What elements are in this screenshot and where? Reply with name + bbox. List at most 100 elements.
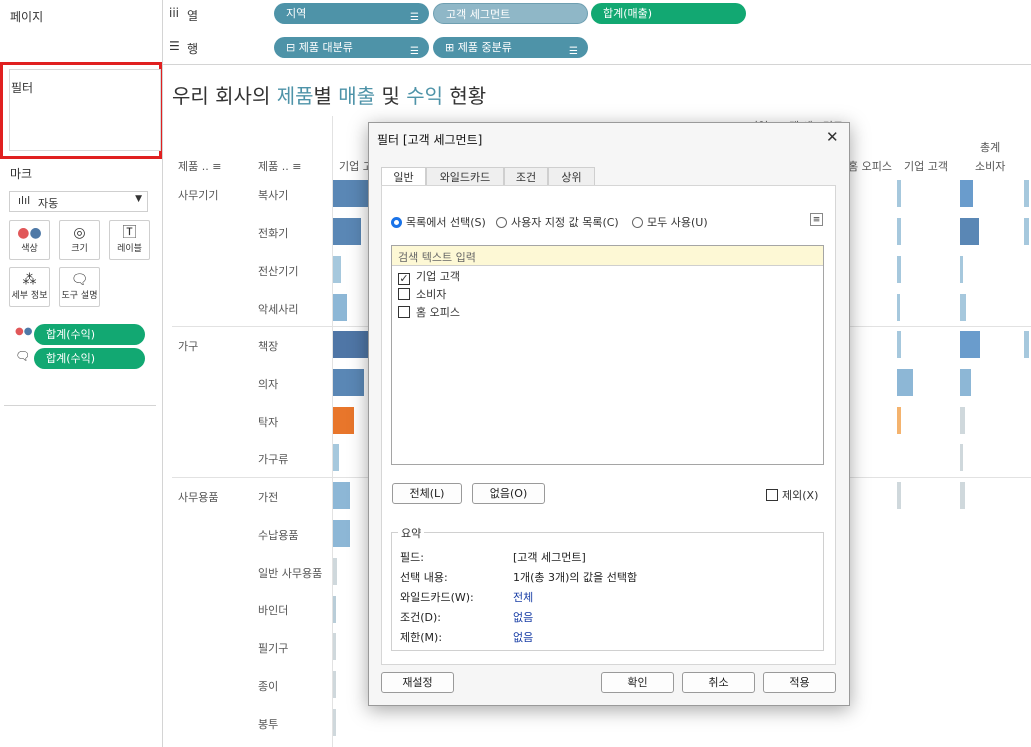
bar[interactable] bbox=[333, 369, 364, 396]
color-dots-icon: ●● bbox=[15, 326, 33, 337]
label-button[interactable]: 🅃 레이블 bbox=[109, 220, 150, 260]
row-pill-category[interactable]: ⊟ 제품 대분류 ☰ bbox=[274, 37, 429, 58]
bar[interactable] bbox=[333, 596, 336, 623]
label-button-label: 레이블 bbox=[117, 244, 142, 254]
bar[interactable] bbox=[897, 256, 901, 283]
row-pill-subcategory[interactable]: ⊞ 제품 중분류 ☰ bbox=[433, 37, 588, 58]
filters-card[interactable]: 필터 bbox=[0, 62, 162, 159]
bar[interactable] bbox=[897, 218, 901, 245]
bar[interactable] bbox=[897, 294, 900, 321]
list-item[interactable]: 소비자 bbox=[398, 286, 446, 302]
column-header-subcategory[interactable]: 제품 .. ≡ bbox=[258, 158, 301, 174]
column-header-category[interactable]: 제품 .. ≡ bbox=[178, 158, 221, 174]
header-total: 총계 bbox=[980, 141, 1001, 154]
bar[interactable] bbox=[960, 294, 966, 321]
tab-top[interactable]: 상위 bbox=[548, 167, 595, 186]
title-highlight-profit: 수익 bbox=[406, 84, 444, 108]
bar[interactable] bbox=[960, 407, 965, 434]
tab-general[interactable]: 일반 bbox=[381, 167, 426, 187]
list-item[interactable]: 홈 오피스 bbox=[398, 304, 460, 320]
select-all-button[interactable]: 전체(L) bbox=[392, 483, 462, 504]
ok-button[interactable]: 확인 bbox=[601, 672, 674, 693]
bar-chart-icon: ılıl bbox=[18, 194, 31, 207]
title-highlight-product: 제품 bbox=[276, 84, 314, 108]
bar[interactable] bbox=[333, 671, 336, 698]
bar[interactable] bbox=[897, 369, 913, 396]
bar[interactable] bbox=[1024, 180, 1029, 207]
summary-selection: 선택 내용: 1개(총 3개)의 값을 선택함 bbox=[400, 569, 820, 585]
size-button[interactable]: ◎ 크기 bbox=[59, 220, 100, 260]
bar[interactable] bbox=[333, 444, 339, 471]
bar[interactable] bbox=[1024, 331, 1029, 358]
color-button[interactable]: ●● 색상 bbox=[9, 220, 50, 260]
tooltip-button[interactable]: 🗨 도구 설명 bbox=[59, 267, 100, 307]
bar[interactable] bbox=[333, 256, 341, 283]
tab-wildcard[interactable]: 와일드카드 bbox=[426, 167, 504, 186]
column-pill-region[interactable]: 지역 ☰ bbox=[274, 3, 429, 24]
bar[interactable] bbox=[897, 482, 901, 509]
bar[interactable] bbox=[897, 180, 901, 207]
summary-key: 선택 내용: bbox=[400, 571, 448, 584]
radio-custom-list[interactable]: 사용자 지정 값 목록(C) bbox=[496, 214, 619, 230]
column-header-consumer: 소비자 bbox=[975, 160, 1006, 173]
reset-button[interactable]: 재설정 bbox=[381, 672, 454, 693]
mark-type-dropdown[interactable]: ılıl 자동 ▼ bbox=[9, 191, 148, 212]
cancel-button[interactable]: 취소 bbox=[682, 672, 755, 693]
bar[interactable] bbox=[333, 218, 361, 245]
mark-pill-tooltip-profit[interactable]: 합계(수익) bbox=[34, 348, 145, 369]
bar[interactable] bbox=[333, 294, 347, 321]
radio-use-all[interactable]: 모두 사용(U) bbox=[632, 214, 708, 230]
apply-button[interactable]: 적용 bbox=[763, 672, 836, 693]
exclude-checkbox[interactable]: 제외(X) bbox=[766, 487, 818, 503]
summary-link[interactable]: 없음 bbox=[513, 629, 533, 645]
row-label: 봉투 bbox=[258, 718, 279, 731]
radio-select-from-list[interactable]: 목록에서 선택(S) bbox=[391, 214, 486, 230]
list-item-label: 기업 고객 bbox=[416, 270, 460, 283]
bar[interactable] bbox=[1024, 218, 1029, 245]
column-header-category-label: 제품 .. bbox=[178, 160, 209, 173]
bar[interactable] bbox=[333, 520, 350, 547]
bar[interactable] bbox=[960, 369, 971, 396]
list-item-label: 소비자 bbox=[416, 288, 447, 301]
bar[interactable] bbox=[333, 558, 337, 585]
mark-pill-color-profit[interactable]: 합계(수익) bbox=[34, 324, 145, 345]
select-none-button[interactable]: 없음(O) bbox=[472, 483, 545, 504]
summary-link[interactable]: 없음 bbox=[513, 609, 533, 625]
tab-condition[interactable]: 조건 bbox=[504, 167, 548, 186]
bar[interactable] bbox=[333, 407, 354, 434]
expand-icon: ⊞ bbox=[445, 41, 458, 54]
text-label-icon: 🅃 bbox=[122, 225, 137, 241]
close-icon[interactable]: ✕ bbox=[826, 128, 839, 146]
list-item[interactable]: ✓ 기업 고객 bbox=[398, 268, 460, 285]
radio-off-icon bbox=[632, 217, 643, 228]
row-label: 악세사리 bbox=[258, 303, 299, 316]
checkbox-unchecked-icon bbox=[766, 489, 778, 501]
bar[interactable] bbox=[897, 331, 901, 358]
row-pill-category-label: 제품 대분류 bbox=[298, 41, 353, 54]
summary-link[interactable]: 전체 bbox=[513, 589, 533, 605]
bar[interactable] bbox=[960, 482, 965, 509]
exclude-label: 제외(X) bbox=[782, 489, 819, 502]
bar[interactable] bbox=[333, 331, 368, 358]
column-pill-sales[interactable]: 합계(매출) bbox=[591, 3, 746, 24]
bar[interactable] bbox=[960, 256, 963, 283]
filters-label: 필터 bbox=[11, 81, 34, 95]
bar[interactable] bbox=[333, 709, 336, 736]
radio-label: 모두 사용(U) bbox=[647, 216, 708, 229]
row-label: 종이 bbox=[258, 680, 279, 693]
column-pill-region-label: 지역 bbox=[286, 7, 307, 20]
search-input[interactable]: 검색 텍스트 입력 bbox=[392, 246, 823, 266]
bar[interactable] bbox=[960, 331, 980, 358]
bar[interactable] bbox=[333, 482, 350, 509]
bar[interactable] bbox=[333, 180, 368, 207]
bar[interactable] bbox=[897, 407, 901, 434]
bar[interactable] bbox=[960, 444, 963, 471]
bar[interactable] bbox=[960, 180, 973, 207]
detail-button[interactable]: ⁂ 세부 정보 bbox=[9, 267, 50, 307]
bar[interactable] bbox=[960, 218, 979, 245]
radio-on-icon bbox=[391, 217, 402, 228]
column-pill-segment[interactable]: 고객 세그먼트 bbox=[433, 3, 588, 24]
list-menu-icon[interactable]: ≡ bbox=[810, 213, 823, 226]
collapse-icon: ⊟ bbox=[286, 41, 299, 54]
bar[interactable] bbox=[333, 633, 336, 660]
